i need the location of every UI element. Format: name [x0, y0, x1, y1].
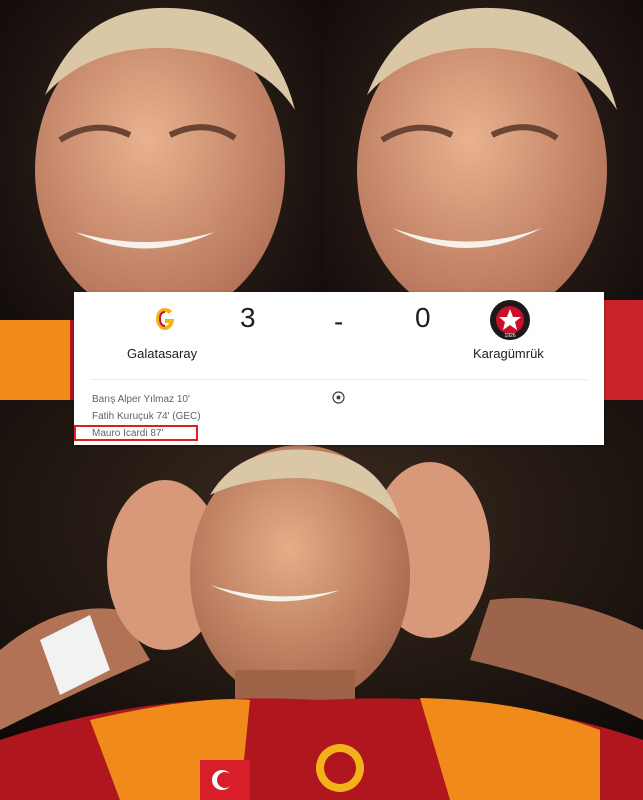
away-team-name[interactable]: Karagümrük [473, 346, 544, 361]
home-score: 3 [240, 302, 256, 333]
match-score-card: 3 - 0 1926 Galatasaray Karagümrük Barış … [74, 292, 604, 445]
away-score: 0 [415, 302, 431, 333]
away-logo-year: 1926 [504, 333, 515, 339]
photo-bottom-celebration [0, 400, 643, 800]
karagumruk-crest-icon: 1926 [490, 300, 530, 340]
galatasaray-crest-icon [156, 308, 174, 330]
scorer-item: Fatih Kuruçuk 74' (GEC) [92, 411, 201, 422]
soccer-ball-icon [332, 391, 345, 404]
divider [90, 379, 588, 380]
home-team-name[interactable]: Galatasaray [127, 346, 197, 361]
scorer-item: Barış Alper Yılmaz 10' [92, 394, 190, 405]
score-separator: - [334, 306, 344, 337]
highlight-box [74, 425, 198, 441]
